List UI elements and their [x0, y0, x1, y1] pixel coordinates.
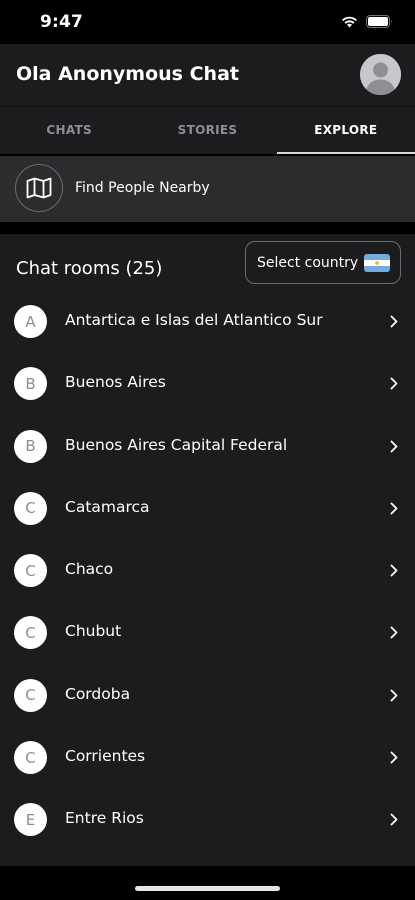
map-icon [15, 164, 63, 212]
status-icons [341, 15, 393, 28]
room-letter-badge: B [14, 429, 47, 463]
home-indicator-area [0, 866, 415, 900]
room-name: Antartica e Islas del Atlantico Sur [65, 311, 323, 329]
room-letter-badge: C [14, 741, 47, 775]
chevron-right-icon [390, 564, 398, 577]
app-screen: 9:47 Ola Anonymous Chat CHATS STORIES EX… [0, 0, 415, 900]
room-name: Buenos Aires [65, 373, 166, 392]
home-indicator[interactable] [135, 886, 280, 891]
room-name: Cordoba [65, 684, 131, 703]
status-time: 9:47 [40, 12, 84, 32]
chevron-right-icon [390, 502, 398, 515]
chat-room-item[interactable]: C Chaco [0, 539, 415, 601]
chat-room-item[interactable]: B Buenos Aires Capital Federal [0, 415, 415, 477]
room-name: Chaco [65, 560, 114, 579]
room-name: Chubut [65, 622, 122, 641]
app-title: Ola Anonymous Chat [16, 63, 239, 85]
wifi-icon [341, 15, 358, 28]
room-name: Catamarca [65, 497, 150, 516]
tab-chats[interactable]: CHATS [0, 107, 138, 154]
find-people-nearby-row[interactable]: Find People Nearby [0, 156, 415, 222]
battery-icon [366, 15, 393, 28]
status-bar: 9:47 [0, 0, 415, 44]
chat-room-item[interactable]: C Catamarca [0, 477, 415, 539]
select-country-button[interactable]: Select country [245, 241, 401, 284]
chevron-right-icon [390, 440, 398, 453]
chat-room-item[interactable]: C Cordoba [0, 664, 415, 726]
room-name: Corrientes [65, 747, 146, 766]
room-letter-badge: E [14, 803, 47, 837]
room-name: Entre Rios [65, 809, 144, 828]
find-people-nearby-label: Find People Nearby [75, 180, 210, 196]
chat-room-item[interactable]: C Corrientes [0, 726, 415, 788]
tab-explore[interactable]: EXPLORE [276, 107, 415, 154]
chat-room-item[interactable]: A Antartica e Islas del Atlantico Sur [0, 290, 415, 352]
chat-rooms-section: Chat rooms (25) Select country A Antarti… [0, 234, 415, 866]
tab-bar: CHATS STORIES EXPLORE [0, 106, 415, 154]
chevron-right-icon [390, 751, 398, 764]
chevron-right-icon [390, 813, 398, 826]
chevron-right-icon [390, 689, 398, 702]
app-header: Ola Anonymous Chat [0, 44, 415, 106]
tab-stories[interactable]: STORIES [138, 107, 276, 154]
room-letter-badge: B [14, 367, 47, 401]
chat-room-item[interactable]: E Entre Rios [0, 788, 415, 850]
room-letter-badge: C [14, 554, 47, 588]
avatar-placeholder-icon [360, 54, 401, 95]
room-letter-badge: C [14, 678, 47, 712]
chevron-right-icon [390, 626, 398, 639]
room-name: Buenos Aires Capital Federal [65, 435, 288, 454]
chat-room-item[interactable]: B Buenos Aires [0, 352, 415, 414]
avatar[interactable] [360, 54, 401, 95]
room-letter-badge: A [14, 305, 47, 338]
chevron-right-icon [390, 377, 398, 390]
chat-room-item[interactable]: C Chubut [0, 601, 415, 663]
chevron-right-icon [390, 315, 398, 328]
room-letter-badge: C [14, 491, 47, 525]
argentina-flag-icon [364, 253, 391, 272]
select-country-label: Select country [257, 254, 359, 271]
room-letter-badge: C [14, 616, 47, 650]
chat-rooms-title: Chat rooms (25) [16, 258, 163, 279]
chat-room-list: A Antartica e Islas del Atlantico Sur B … [0, 290, 415, 851]
